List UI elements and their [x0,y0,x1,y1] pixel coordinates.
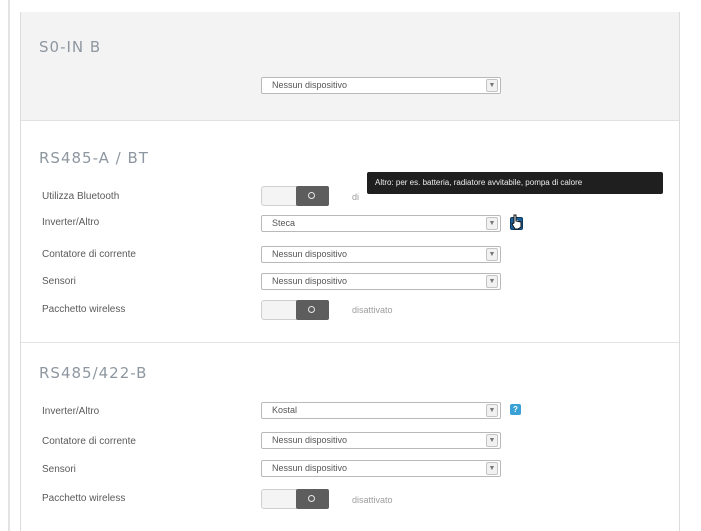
select-value: Nessun dispositivo [272,80,348,90]
wireless-state-text: disattivato [352,305,393,315]
chevron-down-icon: ▼ [486,404,498,417]
select-value: Nessun dispositivo [272,463,348,473]
wireless-state-text: disattivato [352,495,393,505]
toggle-knob [296,300,329,320]
sensors-label: Sensori [42,464,76,475]
sensors-select[interactable]: Nessun dispositivo ▼ [261,273,501,290]
section-s0-in-b: S0-IN B Nessun dispositivo ▼ [21,12,679,121]
sensors-label: Sensori [42,276,76,287]
chevron-down-icon: ▼ [486,462,498,475]
inverter-label: Inverter/Altro [42,406,100,417]
section-rs485-422-b: RS485/422-B Inverter/Altro Kostal ▼ ? Co… [21,342,679,531]
wireless-toggle[interactable] [261,489,329,509]
chevron-down-icon: ▼ [486,275,498,288]
section-title-rs485-a-bt: RS485-A / BT [39,149,149,167]
meter-select[interactable]: Nessun dispositivo ▼ [261,432,501,449]
select-value: Nessun dispositivo [272,249,348,259]
inverter-select[interactable]: Kostal ▼ [261,402,501,419]
bluetooth-state-text: di [352,192,360,202]
toggle-off-icon [308,306,315,313]
section-title-rs485-422-b: RS485/422-B [39,364,148,382]
toggle-off-icon [308,192,315,199]
toggle-knob [296,186,329,206]
toggle-knob [296,489,329,509]
page-left-border [8,0,10,531]
s0-in-b-device-select[interactable]: Nessun dispositivo ▼ [261,77,501,94]
chevron-down-icon: ▼ [486,79,498,92]
help-tooltip: Altro: per es. batteria, radiatore avvit… [367,172,663,194]
chevron-down-icon: ▼ [486,434,498,447]
meter-select[interactable]: Nessun dispositivo ▼ [261,246,501,263]
meter-label: Contatore di corrente [42,436,136,447]
wireless-label: Pacchetto wireless [42,304,126,315]
bluetooth-toggle[interactable] [261,186,329,206]
toggle-off-icon [308,495,315,502]
select-value: Kostal [272,405,298,415]
chevron-down-icon: ▼ [486,217,498,230]
section-rs485-a-bt: RS485-A / BT Utilizza Bluetooth di Inver… [21,122,679,342]
section-title-s0-in-b: S0-IN B [39,38,102,56]
inverter-label: Inverter/Altro [42,217,100,228]
meter-label: Contatore di corrente [42,249,136,260]
bluetooth-label: Utilizza Bluetooth [42,191,120,202]
select-value: Steca [272,218,296,228]
help-icon[interactable]: ? [510,404,521,415]
inverter-select[interactable]: Steca ▼ [261,215,501,232]
select-value: Nessun dispositivo [272,435,348,445]
wireless-toggle[interactable] [261,300,329,320]
select-value: Nessun dispositivo [272,276,348,286]
hand-cursor-icon [511,214,522,230]
tooltip-text: Altro: per es. batteria, radiatore avvit… [375,178,583,187]
chevron-down-icon: ▼ [486,248,498,261]
sensors-select[interactable]: Nessun dispositivo ▼ [261,460,501,477]
wireless-label: Pacchetto wireless [42,493,126,504]
settings-panel: S0-IN B Nessun dispositivo ▼ RS485-A / B… [20,12,680,531]
